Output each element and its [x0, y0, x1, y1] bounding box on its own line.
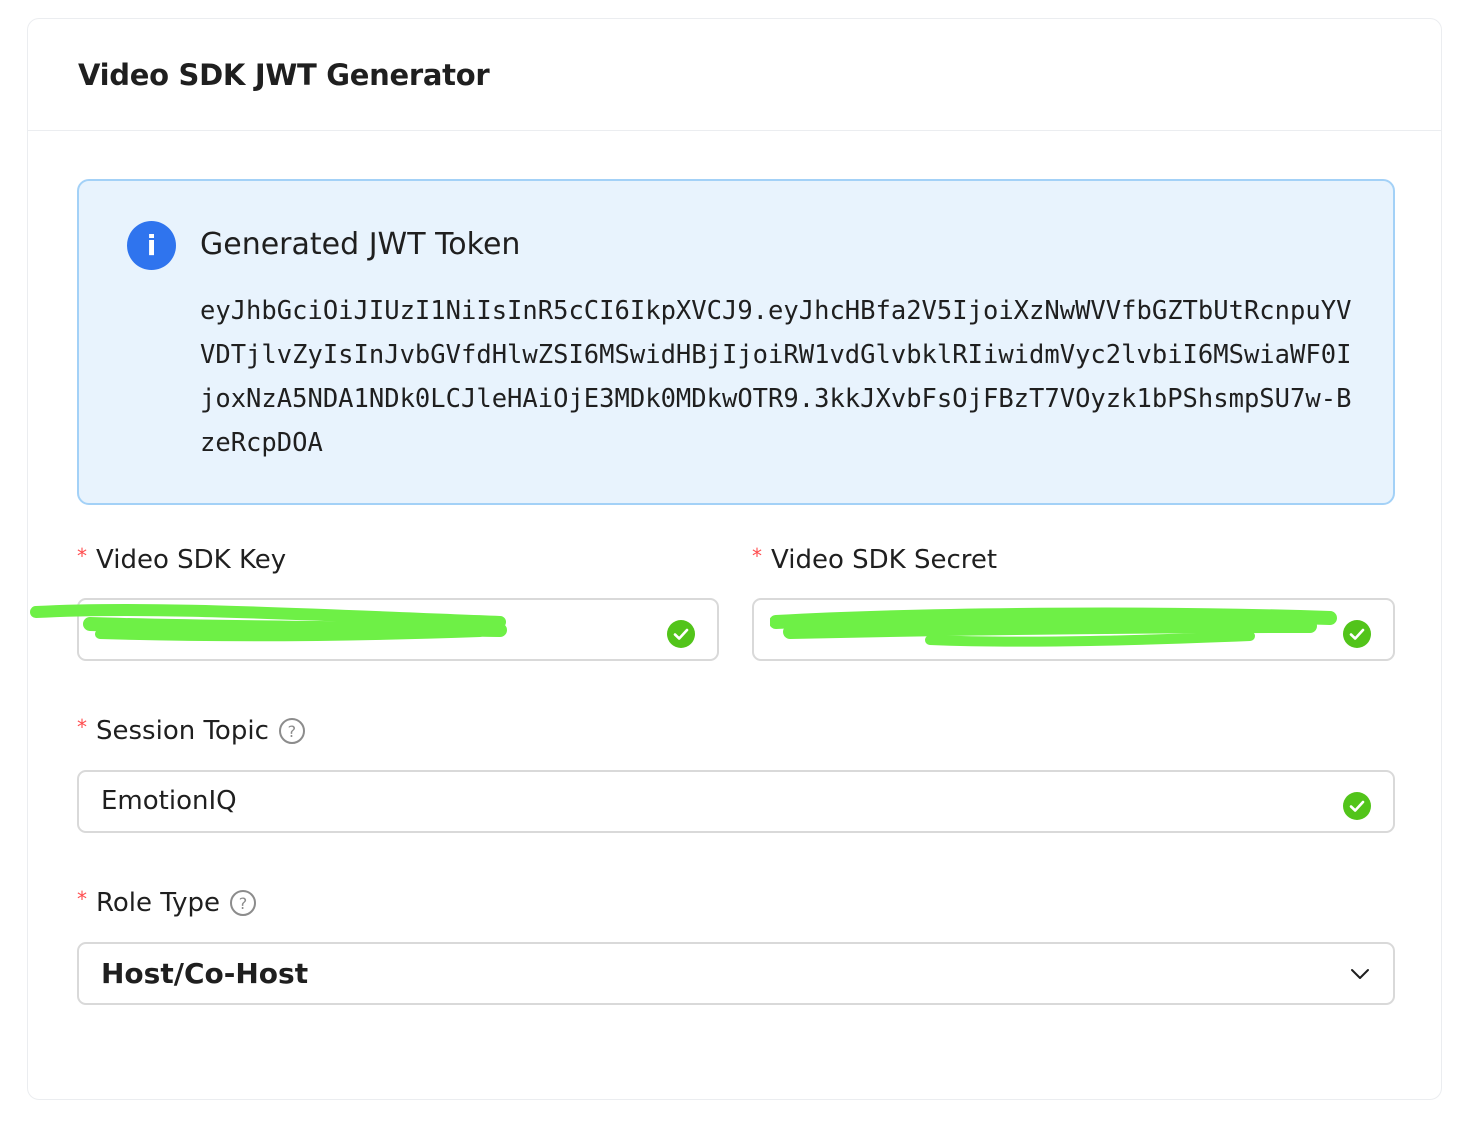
role-type-label-text: Role Type [96, 888, 221, 918]
sdk-secret-label-text: Video SDK Secret [771, 545, 998, 575]
chevron-down-icon[interactable] [1349, 963, 1371, 985]
sdk-key-label: * Video SDK Key [77, 544, 287, 575]
question-circle-icon[interactable]: ? [230, 890, 257, 916]
role-type-label: * Role Type ? [77, 887, 257, 918]
sdk-key-label-text: Video SDK Key [96, 545, 287, 575]
check-circle-icon [1343, 792, 1371, 820]
sdk-secret-input[interactable] [752, 598, 1395, 661]
jwt-token-text: eyJhbGciOiJIUzI1NiIsInR5cCI6IkpXVCJ9.eyJ… [200, 296, 1352, 458]
role-type-selected[interactable]: Host/Co-Host [101, 944, 308, 1003]
session-topic-value[interactable]: EmotionIQ [101, 772, 237, 831]
required-mark: * [77, 715, 87, 739]
question-circle-icon[interactable]: ? [278, 718, 305, 744]
card-header: Video SDK JWT Generator [28, 19, 1441, 131]
sdk-key-input[interactable] [77, 598, 719, 661]
sdk-secret-label: * Video SDK Secret [752, 544, 998, 575]
session-topic-label-text: Session Topic [96, 716, 269, 746]
required-mark: * [77, 887, 87, 911]
session-topic-input[interactable]: EmotionIQ [77, 770, 1395, 833]
role-type-select[interactable]: Host/Co-Host [77, 942, 1395, 1005]
alert-title: Generated JWT Token [200, 227, 521, 262]
card-title: Video SDK JWT Generator [78, 57, 490, 92]
check-circle-icon [667, 620, 695, 648]
required-mark: * [77, 544, 87, 568]
check-circle-icon [1343, 620, 1371, 648]
info-icon: i [127, 221, 176, 270]
required-mark: * [752, 544, 762, 568]
generated-token-alert: i Generated JWT Token eyJhbGciOiJIUzI1Ni… [77, 179, 1395, 505]
session-topic-label: * Session Topic ? [77, 715, 305, 746]
jwt-generator-card: Video SDK JWT Generator i Generated JWT … [27, 18, 1442, 1100]
